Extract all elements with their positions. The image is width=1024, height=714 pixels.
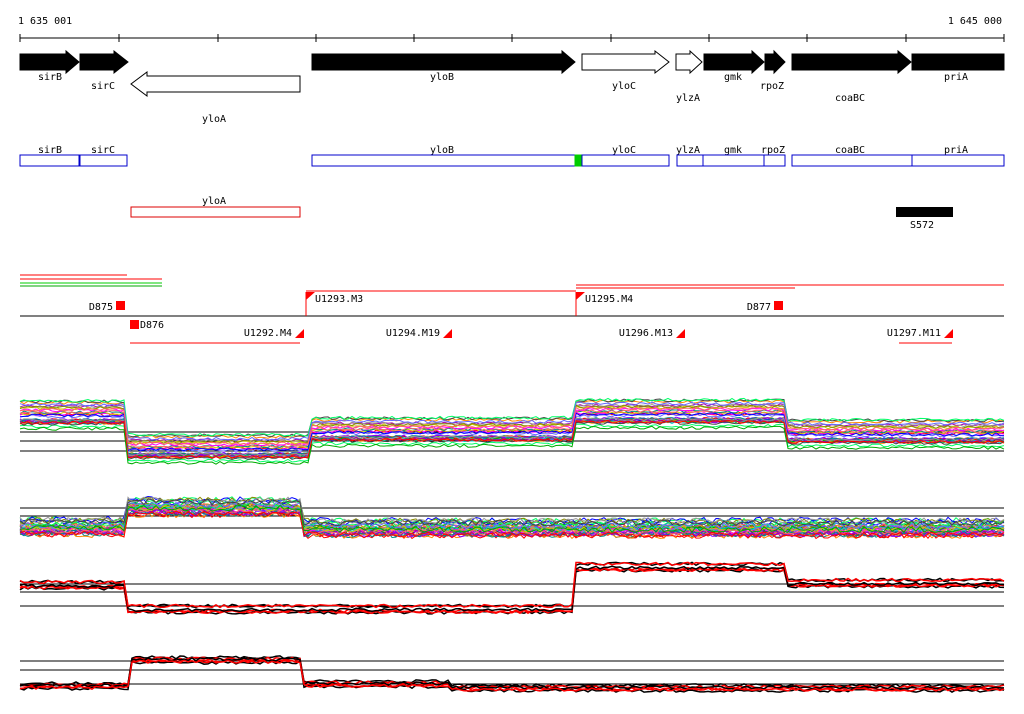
gene-box-sirC[interactable] <box>79 154 128 167</box>
expression-profile-panels <box>19 397 1005 693</box>
gene-arrow-yloB[interactable] <box>311 49 576 75</box>
gene-box-coaBC[interactable] <box>791 154 913 167</box>
marker-label-U1296.M13: U1296.M13 <box>619 328 673 339</box>
marker-label-U1294.M19: U1294.M19 <box>386 328 440 339</box>
profile-panel-4 <box>19 655 1005 693</box>
marker-flag[interactable] <box>116 301 125 310</box>
marker-flag[interactable] <box>944 329 953 338</box>
gene-arrow-rpoZ[interactable] <box>764 49 786 75</box>
marker-label-D877: D877 <box>747 302 771 313</box>
profile-panel-3 <box>19 561 1005 615</box>
marker-flag[interactable] <box>443 329 452 338</box>
box-label-priA: priA <box>944 145 968 156</box>
marker-flag[interactable] <box>130 320 139 329</box>
genome-browser-view: 1 635 001 1 645 000 sirB sirC yloA yloB … <box>18 16 1005 693</box>
profile-panel-1 <box>19 397 1005 465</box>
gene-arrow-yloA[interactable] <box>130 71 301 97</box>
gene-box-rpoZ[interactable] <box>763 154 786 167</box>
box-label-yloA: yloA <box>202 196 226 207</box>
gene-arrow-track: sirB sirC yloA yloB yloC ylzA gmk rpoZ c… <box>19 49 1005 125</box>
gene-box-gmk[interactable] <box>702 154 765 167</box>
annotation-box-track: sirB sirC yloB yloC ylzA gmk rpoZ coaBC … <box>19 145 1005 231</box>
box-label-yloC: yloC <box>612 145 636 156</box>
gene-arrow-gmk[interactable] <box>703 49 765 75</box>
ruler-end-label: 1 645 000 <box>948 16 1002 27</box>
marker-label-U1292.M4: U1292.M4 <box>244 328 292 339</box>
coordinate-ruler: 1 635 001 1 645 000 <box>18 16 1005 42</box>
gene-label-yloB: yloB <box>430 72 454 83</box>
marker-flag[interactable] <box>676 329 685 338</box>
gene-box-priA[interactable] <box>911 154 1005 167</box>
gene-label-ylzA: ylzA <box>676 93 700 104</box>
box-label-rpoZ: rpoZ <box>761 145 785 156</box>
gene-arrow-priA[interactable] <box>911 53 1005 71</box>
highlight-region <box>574 154 583 167</box>
marker-label-U1293.M3: U1293.M3 <box>315 294 363 305</box>
feature-label-S572: S572 <box>910 220 934 231</box>
gene-arrow-sirC[interactable] <box>79 49 129 75</box>
marker-flag[interactable] <box>295 329 304 338</box>
marker-flag[interactable] <box>306 292 315 300</box>
gene-arrow-yloC[interactable] <box>581 49 670 75</box>
gene-box-sirB[interactable] <box>19 154 80 167</box>
gene-box-yloC[interactable] <box>581 154 670 167</box>
gene-label-sirC: sirC <box>91 81 115 92</box>
box-label-gmk: gmk <box>724 145 742 156</box>
marker-flag[interactable] <box>576 292 585 300</box>
gene-label-priA: priA <box>944 72 968 83</box>
gene-arrow-ylzA[interactable] <box>675 49 703 75</box>
gene-label-rpoZ: rpoZ <box>760 81 784 92</box>
box-label-ylzA: ylzA <box>676 145 700 156</box>
marker-label-U1297.M11: U1297.M11 <box>887 328 941 339</box>
box-label-coaBC: coaBC <box>835 145 865 156</box>
marker-track: D875 U1293.M3 U1295.M4 D877 D876 U1292.M… <box>20 274 1004 344</box>
marker-label-D875: D875 <box>89 302 113 313</box>
ruler-start-label: 1 635 001 <box>18 16 72 27</box>
gene-box-yloB[interactable] <box>311 154 576 167</box>
gene-box-ylzA[interactable] <box>676 154 704 167</box>
gene-label-sirB: sirB <box>38 72 62 83</box>
marker-label-D876: D876 <box>140 320 164 331</box>
gene-label-gmk: gmk <box>724 72 742 83</box>
marker-label-U1295.M4: U1295.M4 <box>585 294 633 305</box>
feature-bar-S572[interactable] <box>896 207 953 217</box>
gene-label-yloA: yloA <box>202 114 226 125</box>
gene-label-yloC: yloC <box>612 81 636 92</box>
gene-box-yloA[interactable] <box>130 206 301 218</box>
gene-arrow-coaBC[interactable] <box>791 49 912 75</box>
gene-arrow-sirB[interactable] <box>19 49 80 75</box>
profile-panel-2 <box>19 495 1005 540</box>
box-label-yloB: yloB <box>430 145 454 156</box>
gene-label-coaBC: coaBC <box>835 93 865 104</box>
box-label-sirC: sirC <box>91 145 115 156</box>
box-label-sirB: sirB <box>38 145 62 156</box>
marker-flag[interactable] <box>774 301 783 310</box>
